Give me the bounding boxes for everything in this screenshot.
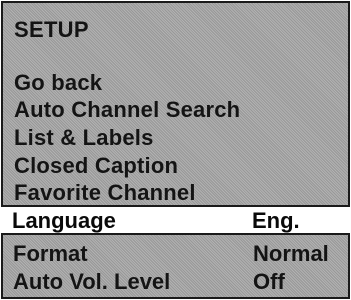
menu-item-auto-channel-search[interactable]: Auto Channel Search [14, 97, 240, 123]
format-label: Format [13, 241, 88, 266]
auto-vol-level-label: Auto Vol. Level [13, 269, 171, 294]
menu-item-language-selected[interactable]: Language Eng. [0, 207, 351, 233]
language-value: Eng. [252, 208, 300, 233]
menu-item-go-back[interactable]: Go back [14, 70, 102, 96]
auto-vol-level-value: Off [253, 269, 285, 294]
menu-item-list-labels[interactable]: List & Labels [14, 125, 154, 151]
menu-lower-box: Format Normal Auto Vol. Level Off [1, 233, 350, 299]
menu-item-format[interactable]: Format Normal [3, 241, 348, 271]
format-value: Normal [253, 241, 329, 266]
menu-item-closed-caption[interactable]: Closed Caption [14, 153, 178, 179]
language-label: Language [12, 208, 116, 233]
setup-menu-panel: SETUP Go back Auto Channel Search List &… [0, 0, 351, 300]
menu-title: SETUP [14, 17, 89, 42]
menu-item-favorite-channel[interactable]: Favorite Channel [14, 180, 196, 206]
menu-item-auto-vol-level[interactable]: Auto Vol. Level Off [3, 269, 348, 299]
menu-upper-box: SETUP Go back Auto Channel Search List &… [1, 1, 350, 207]
